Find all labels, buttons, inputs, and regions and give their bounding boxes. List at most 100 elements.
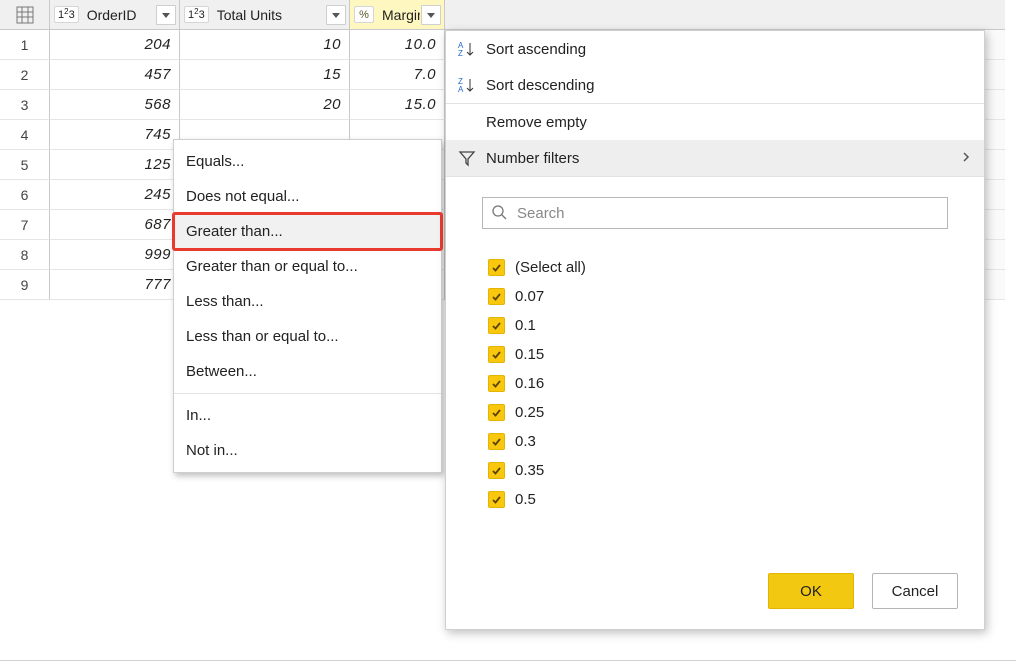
number-filters[interactable]: Number filters bbox=[446, 140, 984, 176]
row-number: 2 bbox=[0, 60, 50, 90]
value-label: 0.07 bbox=[515, 288, 544, 305]
label: Not in... bbox=[186, 442, 238, 459]
filter-less-eq[interactable]: Less than or equal to... bbox=[174, 319, 441, 354]
value-item[interactable]: 0.16 bbox=[488, 369, 948, 398]
cell-margin[interactable]: 7.0 bbox=[350, 60, 445, 90]
row-number: 4 bbox=[0, 120, 50, 150]
cell-totalunits[interactable]: 15 bbox=[180, 60, 350, 90]
column-dropdown-panel: AZ Sort ascending ZA Sort descending Rem… bbox=[445, 30, 985, 630]
svg-text:Z: Z bbox=[458, 49, 463, 58]
label: Cancel bbox=[892, 583, 939, 600]
cell-margin[interactable]: 15.0 bbox=[350, 90, 445, 120]
value-item[interactable]: 0.35 bbox=[488, 456, 948, 485]
sort-desc-icon: ZA bbox=[458, 76, 486, 94]
filter-less-than[interactable]: Less than... bbox=[174, 284, 441, 319]
column-dropdown-totalunits[interactable] bbox=[326, 5, 346, 25]
filter-equals[interactable]: Equals... bbox=[174, 144, 441, 179]
filter-between[interactable]: Between... bbox=[174, 354, 441, 389]
search-icon bbox=[491, 204, 507, 223]
value-item[interactable]: 0.3 bbox=[488, 427, 948, 456]
checkbox-icon bbox=[488, 433, 505, 450]
label: Equals... bbox=[186, 153, 244, 170]
label: In... bbox=[186, 407, 211, 424]
checkbox-icon bbox=[488, 346, 505, 363]
column-header-margin[interactable]: % Margin bbox=[350, 0, 445, 30]
sort-asc-icon: AZ bbox=[458, 40, 486, 58]
column-label: OrderID bbox=[83, 7, 155, 23]
cell-orderid[interactable]: 999 bbox=[50, 240, 180, 270]
type-icon-number: 123 bbox=[184, 6, 209, 23]
row-number: 7 bbox=[0, 210, 50, 240]
cell-orderid[interactable]: 568 bbox=[50, 90, 180, 120]
column-dropdown-margin[interactable] bbox=[421, 5, 441, 25]
label: Between... bbox=[186, 363, 257, 380]
filter-not-equal[interactable]: Does not equal... bbox=[174, 179, 441, 214]
value-label: 0.1 bbox=[515, 317, 536, 334]
type-icon-percent: % bbox=[354, 6, 374, 23]
grid-header-row: 123 OrderID 123 Total Units % Margin bbox=[0, 0, 1005, 30]
chevron-right-icon bbox=[960, 150, 972, 167]
value-label: 0.16 bbox=[515, 375, 544, 392]
value-item[interactable]: 0.1 bbox=[488, 311, 948, 340]
row-number: 6 bbox=[0, 180, 50, 210]
ok-button[interactable]: OK bbox=[768, 573, 854, 609]
label: Greater than... bbox=[186, 223, 283, 240]
funnel-icon bbox=[458, 149, 486, 167]
label: Less than or equal to... bbox=[186, 328, 339, 345]
filter-greater-eq[interactable]: Greater than or equal to... bbox=[174, 249, 441, 284]
remove-empty[interactable]: Remove empty bbox=[446, 104, 984, 140]
cancel-button[interactable]: Cancel bbox=[872, 573, 958, 609]
value-label: 0.5 bbox=[515, 491, 536, 508]
sort-descending[interactable]: ZA Sort descending bbox=[446, 67, 984, 103]
value-label: (Select all) bbox=[515, 259, 586, 276]
column-header-orderid[interactable]: 123 OrderID bbox=[50, 0, 180, 30]
table-icon bbox=[0, 0, 50, 30]
value-label: 0.3 bbox=[515, 433, 536, 450]
value-item[interactable]: 0.07 bbox=[488, 282, 948, 311]
column-dropdown-orderid[interactable] bbox=[156, 5, 176, 25]
checkbox-icon bbox=[488, 317, 505, 334]
value-select-all[interactable]: (Select all) bbox=[488, 253, 948, 282]
filter-not-in[interactable]: Not in... bbox=[174, 433, 441, 468]
label: Sort descending bbox=[486, 77, 594, 94]
cell-orderid[interactable]: 457 bbox=[50, 60, 180, 90]
value-list: (Select all) 0.07 0.1 0.15 0.16 0.25 0.3 0.35 0.… bbox=[482, 253, 948, 514]
row-number: 3 bbox=[0, 90, 50, 120]
row-number: 8 bbox=[0, 240, 50, 270]
column-label: Margin bbox=[378, 7, 420, 23]
label: Remove empty bbox=[486, 114, 587, 131]
checkbox-icon bbox=[488, 491, 505, 508]
value-label: 0.35 bbox=[515, 462, 544, 479]
filter-greater-than[interactable]: Greater than... bbox=[174, 214, 441, 249]
column-label: Total Units bbox=[213, 7, 325, 23]
cell-orderid[interactable]: 125 bbox=[50, 150, 180, 180]
cell-totalunits[interactable]: 20 bbox=[180, 90, 350, 120]
checkbox-icon bbox=[488, 404, 505, 421]
panel-body: (Select all) 0.07 0.1 0.15 0.16 0.25 0.3 0.35 0.… bbox=[446, 177, 984, 559]
cell-totalunits[interactable]: 10 bbox=[180, 30, 350, 60]
filter-in[interactable]: In... bbox=[174, 398, 441, 433]
label: OK bbox=[800, 583, 822, 600]
header-fill bbox=[445, 0, 1005, 30]
cell-orderid[interactable]: 204 bbox=[50, 30, 180, 60]
row-number: 9 bbox=[0, 270, 50, 300]
value-item[interactable]: 0.5 bbox=[488, 485, 948, 514]
cell-orderid[interactable]: 777 bbox=[50, 270, 180, 300]
number-filter-submenu: Equals... Does not equal... Greater than… bbox=[173, 139, 442, 473]
label: Number filters bbox=[486, 150, 579, 167]
checkbox-icon bbox=[488, 462, 505, 479]
separator bbox=[174, 393, 441, 394]
column-header-totalunits[interactable]: 123 Total Units bbox=[180, 0, 350, 30]
search-box[interactable] bbox=[482, 197, 948, 229]
search-input[interactable] bbox=[515, 204, 939, 223]
value-item[interactable]: 0.25 bbox=[488, 398, 948, 427]
checkbox-icon bbox=[488, 375, 505, 392]
label: Sort ascending bbox=[486, 41, 586, 58]
sort-ascending[interactable]: AZ Sort ascending bbox=[446, 31, 984, 67]
cell-orderid[interactable]: 245 bbox=[50, 180, 180, 210]
label: Does not equal... bbox=[186, 188, 299, 205]
value-item[interactable]: 0.15 bbox=[488, 340, 948, 369]
cell-margin[interactable]: 10.0 bbox=[350, 30, 445, 60]
cell-orderid[interactable]: 745 bbox=[50, 120, 180, 150]
cell-orderid[interactable]: 687 bbox=[50, 210, 180, 240]
